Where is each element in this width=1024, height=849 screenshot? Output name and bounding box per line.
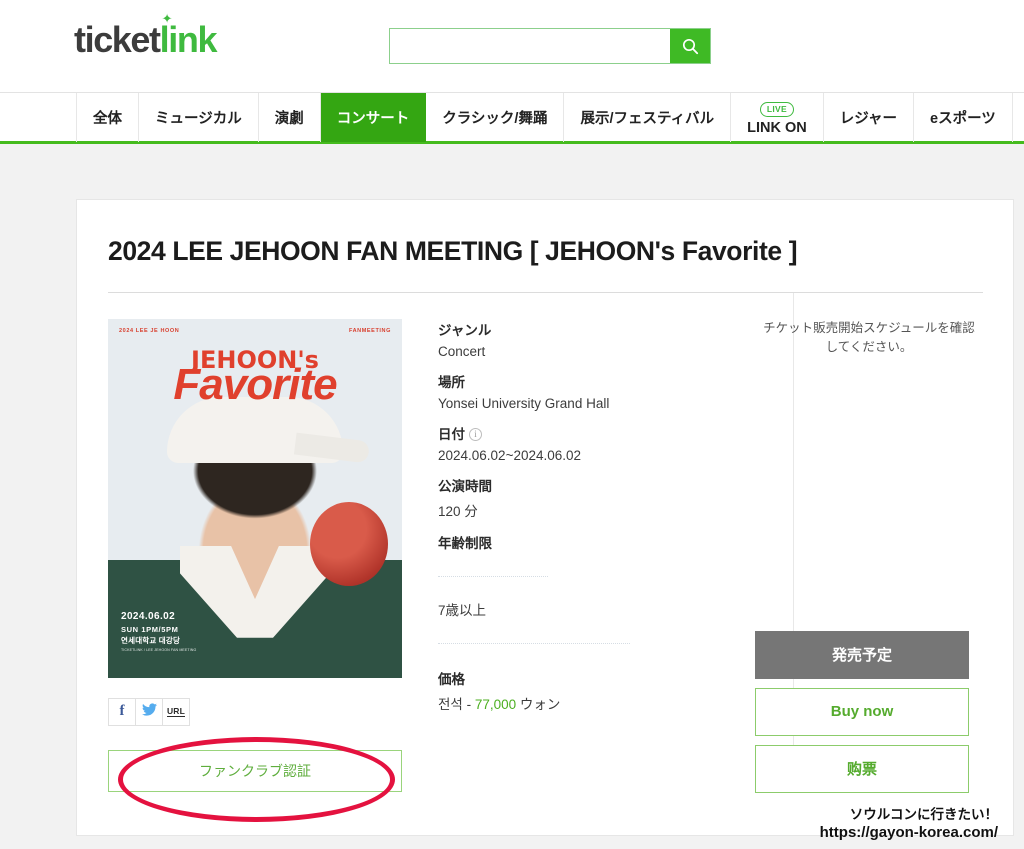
nav-label: ミュージカル bbox=[155, 111, 242, 127]
price-amount: 77,000 bbox=[474, 696, 517, 712]
purchase-column: チケット販売開始スケジュールを確認してください。 発売予定 Buy now 购票 bbox=[735, 319, 983, 793]
share-facebook-button[interactable]: f bbox=[108, 697, 136, 726]
buy-now-label: Buy now bbox=[830, 703, 894, 721]
nav-item-leisure[interactable]: レジャー bbox=[824, 93, 915, 142]
detail-body: 2024 LEE JE HOON FANMEETING JEHOON's Fav… bbox=[77, 292, 1013, 793]
poster-date: 2024.06.02 bbox=[121, 610, 176, 622]
nav-item-exhibition-festival[interactable]: 展示/フェスティバル bbox=[564, 93, 732, 142]
logo-star-icon: ✦ bbox=[161, 11, 173, 26]
poster-footnote: TICKETLINK / LEE JEHOON FAN MEETING bbox=[121, 648, 197, 653]
price-label: 価格 bbox=[438, 671, 465, 687]
place-value: Yonsei University Grand Hall bbox=[438, 395, 610, 411]
poster-column: 2024 LEE JE HOON FANMEETING JEHOON's Fav… bbox=[108, 318, 404, 792]
twitter-icon bbox=[141, 703, 157, 721]
nav-label: 全体 bbox=[93, 111, 122, 127]
on-sale-soon-button[interactable]: 発売予定 bbox=[755, 630, 969, 679]
age-limit-label: 年齢制限 bbox=[438, 535, 492, 551]
fanclub-button-label: ファンクラブ認証 bbox=[199, 762, 311, 779]
url-icon: URL bbox=[166, 705, 186, 717]
poster-top-right-text: FANMEETING bbox=[348, 327, 391, 334]
poster-apple bbox=[310, 501, 388, 586]
poster-time: SUN 1PM/5PM bbox=[121, 624, 179, 634]
nav-label: 展示/フェスティバル bbox=[580, 111, 715, 127]
date-label-text: 日付 bbox=[438, 426, 465, 442]
poster-top-left-text: 2024 LEE JE HOON bbox=[119, 327, 180, 334]
search-button[interactable] bbox=[670, 29, 710, 63]
logo-text-ticket: ticket bbox=[74, 19, 161, 60]
nav-label: eスポーツ bbox=[930, 111, 996, 127]
nav-item-classic-dance[interactable]: クラシック/舞踊 bbox=[426, 93, 565, 142]
nav-item-play[interactable]: 演劇 bbox=[259, 93, 321, 142]
share-twitter-button[interactable] bbox=[135, 697, 163, 726]
share-url-button[interactable]: URL bbox=[162, 697, 190, 726]
search-icon bbox=[682, 38, 699, 55]
page-title: 2024 LEE JEHOON FAN MEETING [ JEHOON's F… bbox=[108, 236, 798, 266]
info-icon[interactable]: i bbox=[469, 428, 482, 442]
genre-label: ジャンル bbox=[438, 322, 492, 338]
nav-item-esports[interactable]: eスポーツ bbox=[914, 93, 1013, 142]
watermark: ソウルコンに行きたい！ https://gayon-korea.com/ bbox=[820, 807, 998, 843]
site-logo[interactable]: ticket ✦ link bbox=[74, 12, 218, 60]
live-badge: LIVE bbox=[759, 101, 794, 117]
nav-label: コンサート bbox=[336, 111, 410, 127]
category-nav: 全体 ミュージカル 演劇 コンサート クラシック/舞踊 展示/フェスティバル L… bbox=[0, 92, 1024, 144]
date-label: 日付 i bbox=[438, 423, 715, 443]
nav-item-musical[interactable]: ミュージカル bbox=[139, 93, 259, 142]
nav-label: 演劇 bbox=[274, 111, 304, 127]
logo-text-link: ✦ link bbox=[160, 12, 218, 60]
poster-venue: 연세대학교 대강당 bbox=[121, 636, 181, 646]
nav-item-link-on[interactable]: LIVE LINK ON bbox=[731, 93, 824, 142]
event-poster-image[interactable]: 2024 LEE JE HOON FANMEETING JEHOON's Fav… bbox=[108, 318, 402, 678]
place-label: 場所 bbox=[438, 374, 465, 390]
search-box[interactable] bbox=[389, 28, 711, 64]
search-input[interactable] bbox=[390, 29, 670, 63]
runtime-value: 120 分 bbox=[438, 503, 478, 519]
facebook-icon: f bbox=[119, 703, 125, 720]
nav-item-concert[interactable]: コンサート bbox=[320, 93, 427, 142]
divider-short bbox=[438, 575, 548, 577]
watermark-line-1: ソウルコンに行きたい！ bbox=[849, 807, 998, 823]
price-prefix: 전석 - bbox=[438, 696, 475, 712]
divider-long bbox=[438, 642, 630, 644]
nav-label: LINK ON bbox=[747, 119, 807, 136]
nav-label: レジャー bbox=[839, 111, 898, 127]
purchase-cn-button[interactable]: 购票 bbox=[755, 744, 969, 793]
purchase-button-stack: 発売予定 Buy now 购票 bbox=[755, 630, 969, 802]
fanclub-verification-button[interactable]: ファンクラブ認証 bbox=[108, 749, 402, 792]
age-limit-value: 7歳以上 bbox=[438, 602, 487, 618]
watermark-line-2: https://gayon-korea.com/ bbox=[819, 824, 998, 842]
genre-value: Concert bbox=[438, 343, 486, 359]
purchase-cn-label: 购票 bbox=[846, 761, 877, 779]
nav-label: クラシック/舞踊 bbox=[442, 111, 548, 127]
runtime-label: 公演時間 bbox=[438, 478, 492, 494]
price-suffix: ウォン bbox=[516, 696, 561, 712]
poster-info-block: 2024.06.02 SUN 1PM/5PM 연세대학교 대강당 TICKETL… bbox=[121, 609, 196, 654]
page-root: ticket ✦ link 全体 ミュージカル 演劇 コンサート クラシック/舞… bbox=[0, 0, 1024, 849]
on-sale-soon-label: 発売予定 bbox=[831, 647, 892, 665]
share-buttons: f URL bbox=[108, 697, 404, 726]
price-value: 전석 - 77,000 ウォン bbox=[438, 693, 715, 713]
buy-now-button[interactable]: Buy now bbox=[755, 687, 969, 736]
poster-headline-2: Favorite bbox=[173, 359, 337, 409]
event-detail-card: 2024 LEE JEHOON FAN MEETING [ JEHOON's F… bbox=[76, 199, 1014, 836]
date-value: 2024.06.02~2024.06.02 bbox=[438, 447, 582, 463]
site-header: ticket ✦ link bbox=[0, 0, 1024, 92]
sales-schedule-notice: チケット販売開始スケジュールを確認してください。 bbox=[763, 320, 975, 355]
nav-item-all[interactable]: 全体 bbox=[76, 93, 139, 142]
event-info-column: ジャンル Concert 場所 Yonsei University Grand … bbox=[404, 319, 735, 792]
